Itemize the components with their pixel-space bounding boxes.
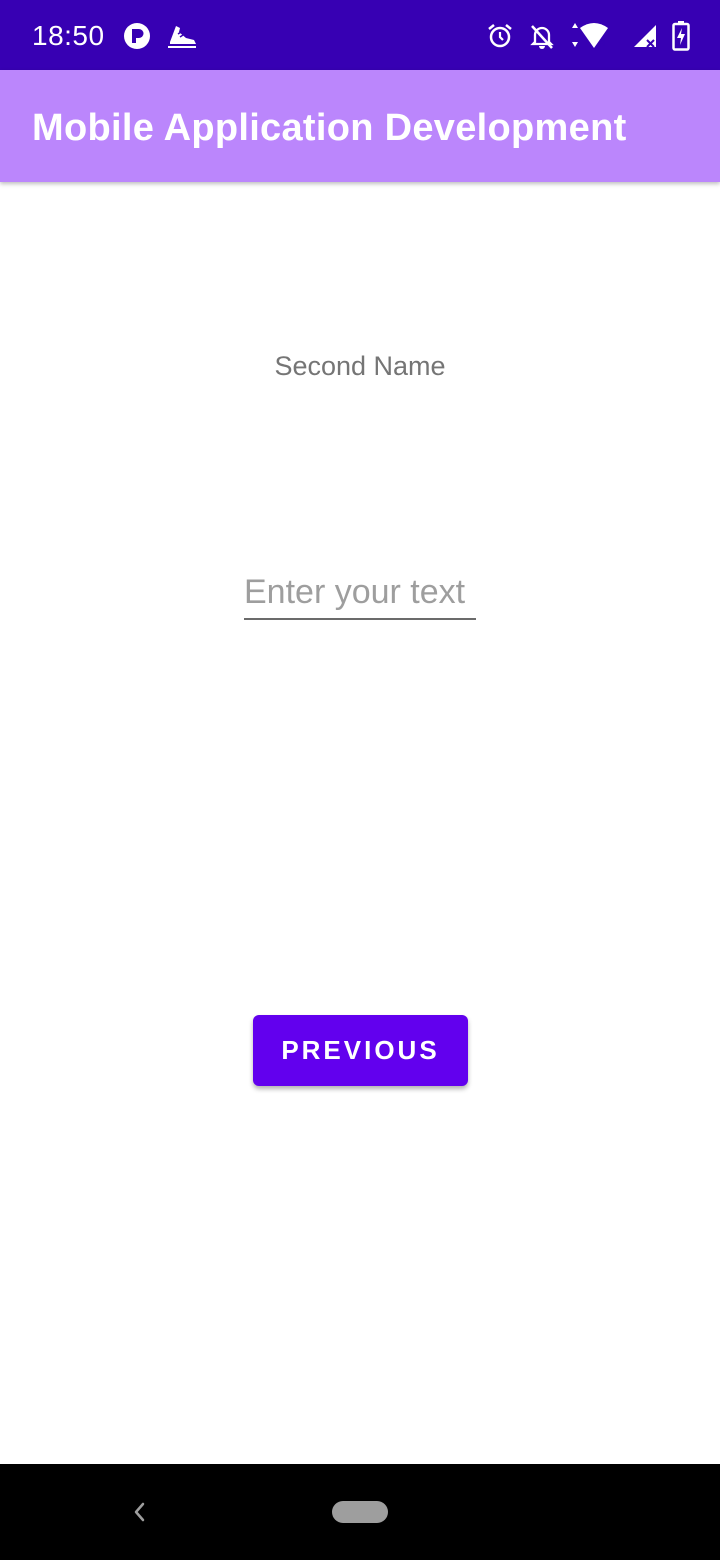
navigation-bar [0,1464,720,1560]
app-bar: Mobile Application Development [0,70,720,182]
status-time: 18:50 [32,20,105,51]
main-content: Second Name PREVIOUS [0,182,720,1464]
app-notification-icon [122,21,152,51]
text-input[interactable] [244,566,476,620]
svg-text:4: 4 [599,36,606,49]
alarm-icon [486,22,514,50]
status-right-icons: 4 [486,20,690,52]
second-name-label: Second Name [274,351,446,381]
home-pill-icon[interactable] [332,1501,388,1523]
app-title: Mobile Application Development [32,107,627,149]
battery-charging-icon [672,21,690,51]
wifi-icon: 4 [570,22,618,50]
previous-button[interactable]: PREVIOUS [253,1015,468,1086]
cell-signal-icon [632,23,658,49]
status-left-icons [122,20,198,52]
notifications-off-icon [528,22,556,50]
shoe-icon [166,22,198,50]
status-bar: 18:50 4 [0,0,720,70]
back-icon[interactable] [126,1498,154,1526]
